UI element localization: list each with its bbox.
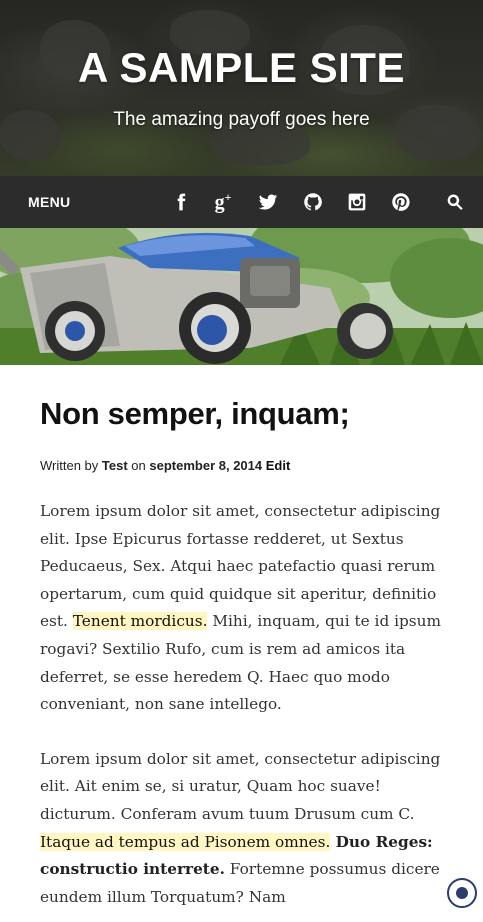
post-title[interactable]: Non semper, inquam; <box>40 396 460 432</box>
search-icon[interactable] <box>443 190 467 214</box>
main-navbar: MENU g+ <box>0 176 483 228</box>
site-header: A SAMPLE SITE The amazing payoff goes he… <box>0 0 483 176</box>
lawn-mower-illustration <box>0 228 483 365</box>
featured-image <box>0 228 483 365</box>
site-tagline: The amazing payoff goes here <box>113 109 370 130</box>
paragraph: Lorem ipsum dolor sit amet, consectetur … <box>40 498 445 719</box>
site-title[interactable]: A SAMPLE SITE <box>0 44 483 92</box>
floating-widget-button[interactable] <box>447 878 477 908</box>
github-icon[interactable] <box>301 190 325 214</box>
widget-dot-icon <box>456 887 468 899</box>
p1-highlight: Tenent mordicus. <box>72 612 208 631</box>
facebook-icon[interactable] <box>169 190 193 214</box>
google-plus-glyph: g+ <box>214 190 232 214</box>
meta-on: on <box>131 458 146 473</box>
p2-text: Lorem ipsum dolor sit amet, consectetur … <box>40 749 441 823</box>
menu-button[interactable]: MENU <box>28 176 70 228</box>
edit-link[interactable]: Edit <box>266 458 291 473</box>
instagram-icon[interactable] <box>345 190 369 214</box>
google-plus-icon[interactable]: g+ <box>211 190 235 214</box>
meta-date-link[interactable]: september 8, 2014 <box>149 458 262 473</box>
p2-highlight: Itaque ad tempus ad Pisonem omnes. <box>40 832 331 851</box>
twitter-icon[interactable] <box>256 190 280 214</box>
post-meta: Written by Test on september 8, 2014 Edi… <box>40 458 460 473</box>
meta-written-by: Written by <box>40 458 99 473</box>
pinterest-icon[interactable] <box>389 190 413 214</box>
paragraph: Lorem ipsum dolor sit amet, consectetur … <box>40 746 445 912</box>
post-content: Lorem ipsum dolor sit amet, consectetur … <box>40 498 445 922</box>
meta-author-link[interactable]: Test <box>102 458 128 473</box>
